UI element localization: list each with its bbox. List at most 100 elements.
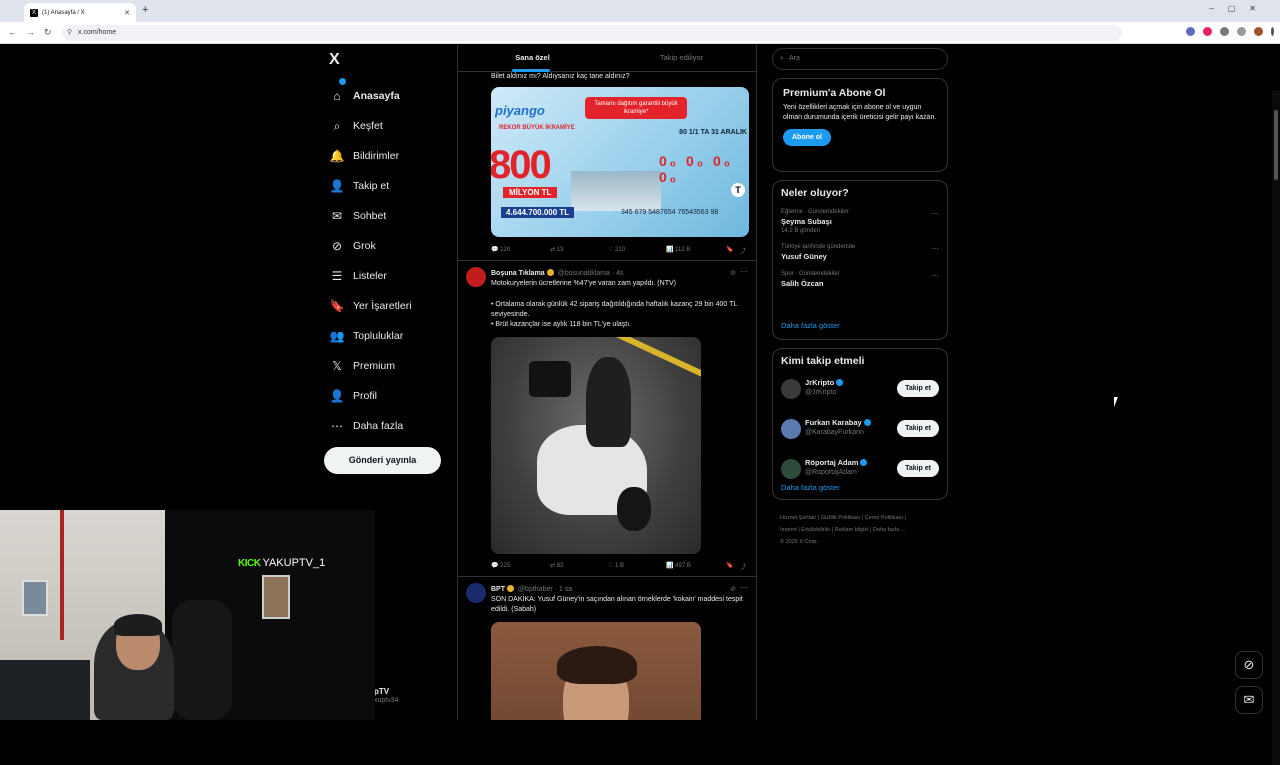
extension-icon[interactable] xyxy=(1203,27,1212,36)
scrollbar-thumb[interactable] xyxy=(1274,110,1278,180)
image-amount: 4.644.700.000 TL xyxy=(501,207,575,218)
tab-for-you[interactable]: Sana özel xyxy=(458,45,607,71)
trend-item[interactable]: Eğlence · Gündemdekiler Şeyma Subaşı 14,… xyxy=(781,209,939,234)
repost-button[interactable]: ⇄ 13 xyxy=(550,246,563,253)
forward-icon[interactable]: → xyxy=(26,27,35,37)
site-info-icon[interactable]: ⚲ xyxy=(67,25,72,41)
address-bar[interactable]: ⚲ x.com/home xyxy=(62,25,1122,41)
footer-line[interactable]: Imprint | Erişilebilirlik | Reklam bilgi… xyxy=(780,524,948,536)
avatar[interactable] xyxy=(781,419,801,439)
follow-suggestion[interactable]: Röportaj Adam @RoportajAdam Takip et xyxy=(781,453,939,487)
follow-button[interactable]: Takip et xyxy=(897,380,939,397)
more-icon[interactable]: ⋯ xyxy=(931,209,939,218)
views-button[interactable]: 📊 112 B xyxy=(666,246,690,253)
more-icon[interactable]: ⋯ xyxy=(931,271,939,280)
tweet[interactable]: BPT @bpthaber · 1 sa ⊘ ⋯ SON DAKİKA: Yus… xyxy=(458,577,756,720)
add-person-icon: 👤 xyxy=(329,179,345,193)
tweet[interactable]: Bilet aldınız mı? Aldıysanız kaç tane al… xyxy=(458,72,756,261)
sidebar-item-mail[interactable]: ✉ Sohbet xyxy=(326,201,456,231)
reply-button[interactable]: 💬 225 xyxy=(491,562,510,569)
new-tab-button[interactable]: + xyxy=(142,4,148,16)
tweet-image[interactable] xyxy=(491,622,701,720)
menu-icon[interactable] xyxy=(1271,27,1274,36)
grok-icon[interactable]: ⊘ xyxy=(730,585,736,593)
more-icon[interactable]: ⋯ xyxy=(931,244,939,253)
puzzle-icon[interactable] xyxy=(1220,27,1229,36)
follow-suggestion[interactable]: Furkan Karabay @KarabayFurkann Takip et xyxy=(781,413,939,447)
ticket-numbers: 345 679 5487654 76543563 98 xyxy=(621,209,719,216)
sidebar-item-bell[interactable]: 🔔 Bildirimler xyxy=(326,78,456,171)
repost-button[interactable]: ⇄ 83 xyxy=(550,562,563,569)
image-million: MİLYON TL xyxy=(503,187,558,198)
more-icon[interactable]: ⋯ xyxy=(740,267,748,276)
show-more-link[interactable]: Daha fazla göster xyxy=(781,321,840,330)
image-zeros: 0₀ 0₀ 0₀ 0₀ xyxy=(659,153,734,185)
x-logo-icon[interactable]: X xyxy=(329,51,340,69)
tweet-text: Bilet aldınız mı? Aldıysanız kaç tane al… xyxy=(491,73,630,80)
author-name[interactable]: Boşuna Tıklama xyxy=(491,270,545,277)
sidebar-item-people[interactable]: 👥 Topluluklar xyxy=(326,321,456,351)
sidebar-nav: ⌂ Anasayfa ⌕ Keşfet 🔔 Bildirimler 👤 Takip et ✉ So… xyxy=(326,78,456,441)
bookmark-icon[interactable]: 🔖 xyxy=(726,246,733,253)
like-button[interactable]: ♡ 210 xyxy=(608,246,625,253)
channel-name: YAKUPTV_1 xyxy=(262,557,326,569)
streamer-beanie xyxy=(114,614,162,636)
tweet-image[interactable] xyxy=(491,337,701,554)
page-scrollbar[interactable] xyxy=(1272,90,1280,765)
sidebar-item-grok[interactable]: ⊘ Grok xyxy=(326,231,456,261)
reload-icon[interactable]: ↻ xyxy=(44,27,52,38)
tweet-image[interactable]: piyango Tamamı dağıtım garantili büyük i… xyxy=(491,87,749,237)
search-input[interactable]: ⌕ Ara xyxy=(772,48,948,70)
share-icon[interactable]: ⤴ xyxy=(740,562,746,571)
share-icon[interactable]: ⤴ xyxy=(740,246,746,255)
tweet[interactable]: Boşuna Tıklama @bosunatiklama · 4s ⊘ ⋯ M… xyxy=(458,261,756,577)
avatar[interactable] xyxy=(781,459,801,479)
avatar[interactable] xyxy=(781,379,801,399)
sidepanel-icon[interactable] xyxy=(1237,27,1246,36)
trend-topic: Salih Özcan xyxy=(781,279,824,288)
tweet-header: BPT @bpthaber · 1 sa xyxy=(491,585,573,593)
bookmark-icon[interactable]: 🔖 xyxy=(726,562,733,569)
reply-button[interactable]: 💬 120 xyxy=(491,246,510,253)
sidebar-item-list[interactable]: ☰ Listeler xyxy=(326,261,456,291)
more-icon[interactable]: ⋯ xyxy=(740,583,748,592)
subscribe-button[interactable]: Abone ol xyxy=(783,129,831,146)
sidebar-item-bookmark[interactable]: 🔖 Yer İşaretleri xyxy=(326,291,456,321)
post-button[interactable]: Gönderi yayınla xyxy=(324,447,441,474)
trend-item[interactable]: Spor · Gündemdekiler Salih Özcan ⋯ xyxy=(781,271,939,288)
sidebar-item-add-person[interactable]: 👤 Takip et xyxy=(326,171,456,201)
tweet-time[interactable]: 4s xyxy=(616,270,623,277)
tweet-time[interactable]: 1 sa xyxy=(559,586,572,593)
follow-suggestion[interactable]: JrKripto @JrKripto Takip et xyxy=(781,373,939,407)
grok-fab-icon[interactable]: ⊘ xyxy=(1235,651,1263,679)
browser-toolbar: ← → ↻ ⚲ x.com/home xyxy=(0,22,1280,44)
like-button[interactable]: ♡ 1 B xyxy=(608,562,624,569)
sidebar-item-search[interactable]: ⌕ Keşfet xyxy=(326,111,456,141)
sidebar-item-more-circle[interactable]: ⋯ Daha fazla xyxy=(326,411,456,441)
verified-badge-icon xyxy=(836,379,844,386)
views-button[interactable]: 📊 497 B xyxy=(666,562,691,569)
sidebar-item-x[interactable]: 𝕏 Premium xyxy=(326,351,456,381)
author-handle[interactable]: @bpthaber xyxy=(518,586,553,593)
profile-avatar-icon[interactable] xyxy=(1254,27,1263,36)
tweet-bullet: • Ortalama olarak günlük 42 sipariş dağı… xyxy=(491,301,738,318)
author-name[interactable]: BPT xyxy=(491,586,505,593)
messages-fab-icon[interactable]: ✉ xyxy=(1235,686,1263,714)
show-more-link[interactable]: Daha fazla göster xyxy=(781,483,840,492)
follow-button[interactable]: Takip et xyxy=(897,420,939,437)
grok-icon[interactable]: ⊘ xyxy=(730,269,736,277)
window-controls[interactable]: –▢✕ xyxy=(1209,4,1270,13)
tab-close-icon[interactable]: ✕ xyxy=(124,9,130,17)
sidebar-item-home[interactable]: ⌂ Anasayfa xyxy=(326,81,456,111)
browser-tab[interactable]: X (1) Anasayfa / X ✕ xyxy=(24,3,136,22)
extension-icon[interactable] xyxy=(1186,27,1195,36)
back-icon[interactable]: ← xyxy=(8,27,17,37)
sidebar-item-person[interactable]: 👤 Profil xyxy=(326,381,456,411)
footer-line[interactable]: Hizmet Şartları | Gizlilik Politikası | … xyxy=(780,512,948,524)
follow-button[interactable]: Takip et xyxy=(897,460,939,477)
kick-logo: KICK xyxy=(238,558,261,569)
tab-following[interactable]: Takip ediliyor xyxy=(607,45,756,71)
author-handle[interactable]: @bosunatiklama xyxy=(558,270,610,277)
sidebar-item-label: Listeler xyxy=(353,270,387,282)
trend-item[interactable]: Türkiye tarihinde gündemde Yusuf Güney ⋯ xyxy=(781,244,939,261)
